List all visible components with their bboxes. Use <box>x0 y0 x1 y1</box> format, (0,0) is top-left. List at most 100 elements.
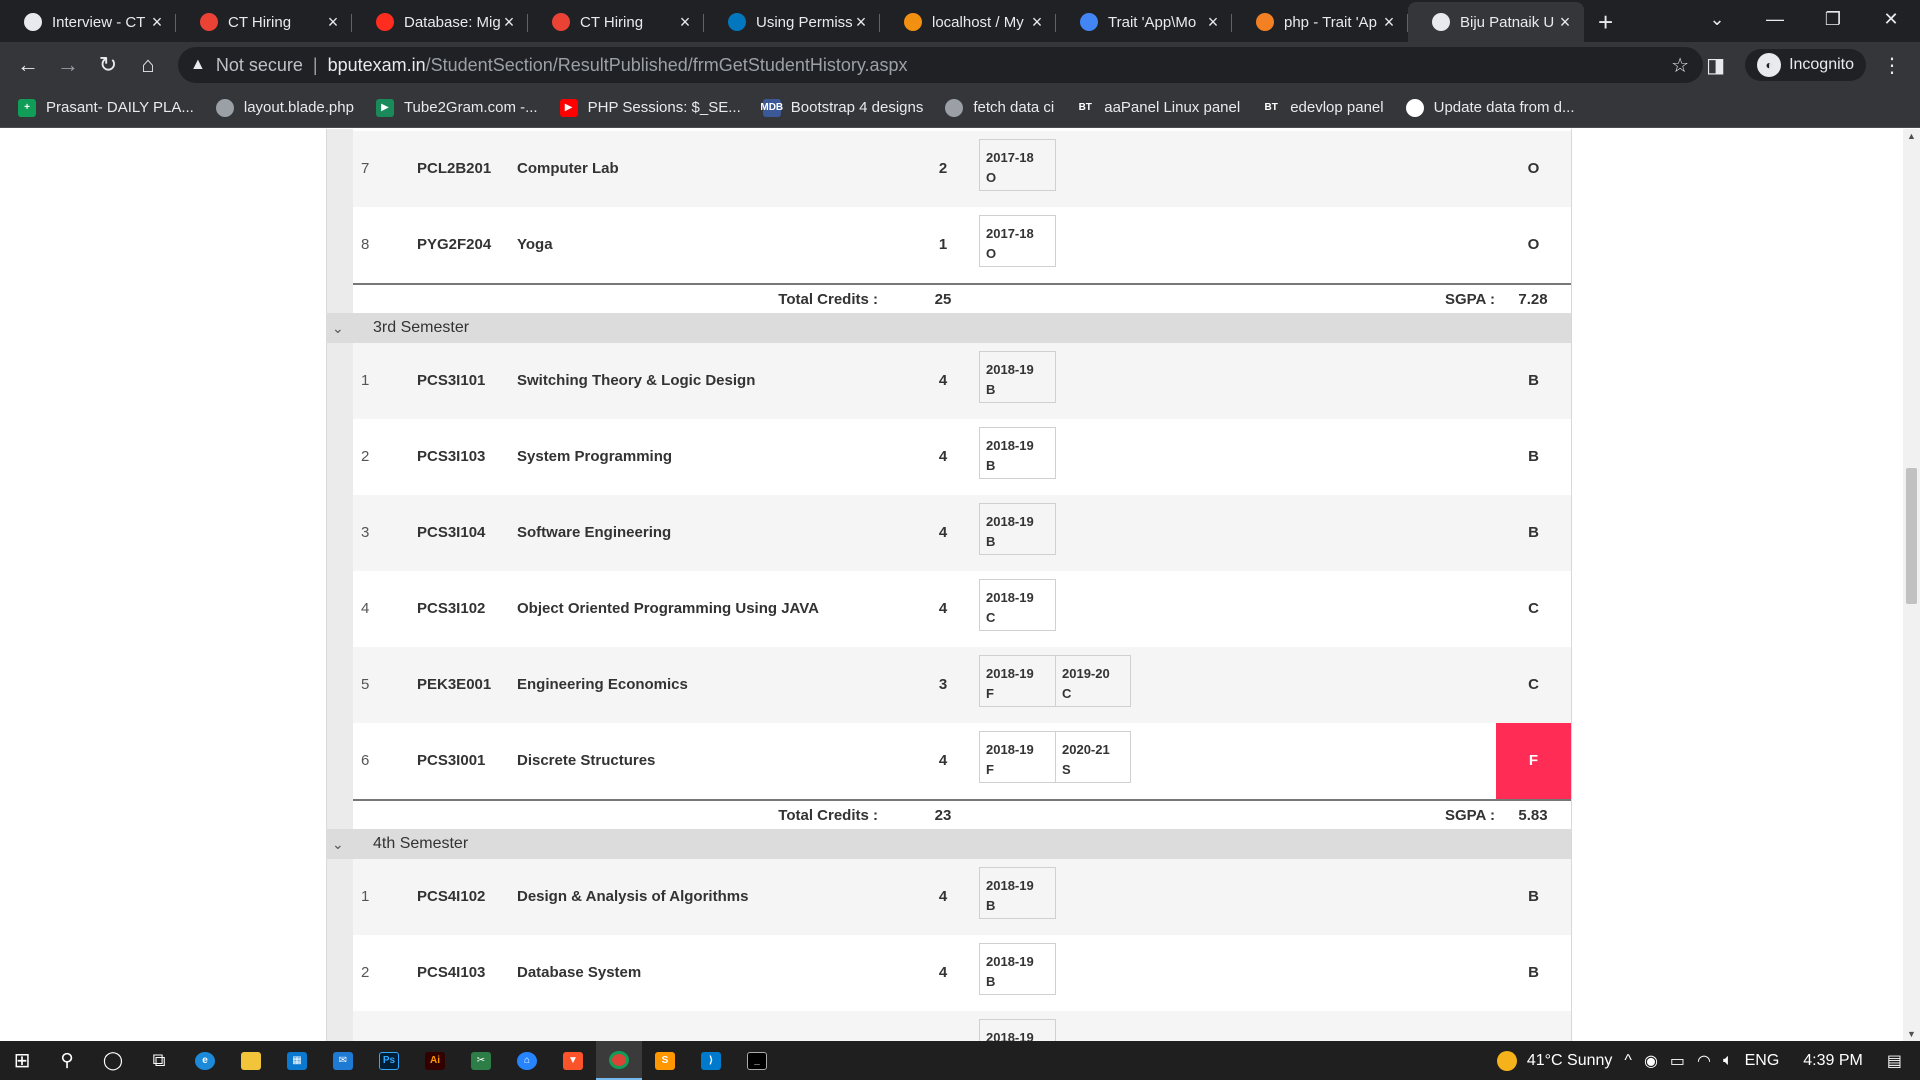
exam-sessions: 2018-19 B <box>979 867 1056 919</box>
scrollbar-thumb[interactable] <box>1906 468 1917 604</box>
sourcetree-icon[interactable]: ⌂ <box>504 1041 550 1080</box>
side-panel-icon[interactable]: ◨ <box>1706 53 1725 78</box>
weather-text[interactable]: 41°C Sunny <box>1527 1052 1613 1070</box>
minimize-button[interactable]: — <box>1746 9 1804 30</box>
globe-icon <box>24 13 42 31</box>
sublime-text-icon[interactable]: S <box>642 1041 688 1080</box>
start-button[interactable]: ⊞ <box>0 1041 44 1080</box>
subject-code: PCS3I102 <box>417 600 486 617</box>
sgpa-value: 7.28 <box>1518 291 1548 308</box>
cortana-icon[interactable]: ◯ <box>90 1041 136 1080</box>
bookmark-favicon-icon <box>945 98 964 117</box>
bookmark-item[interactable]: Update data from d... <box>1405 98 1575 117</box>
battery-icon[interactable]: ▭ <box>1670 1051 1685 1071</box>
bookmark-item[interactable]: fetch data ci <box>945 98 1054 117</box>
final-grade <box>1496 1011 1571 1041</box>
bookmark-item[interactable]: ▶ Tube2Gram.com -... <box>375 98 538 117</box>
session-grade: B <box>986 382 996 397</box>
row-serial: 4 <box>361 600 370 617</box>
reload-button[interactable]: ↻ <box>88 52 128 78</box>
scroll-up-icon[interactable]: ▲ <box>1903 131 1920 141</box>
exam-sessions: 2018-19 F 2019-20 C <box>979 655 1131 707</box>
close-tab-icon[interactable]: × <box>676 12 694 33</box>
session-year: 2017-18 <box>986 150 1034 165</box>
browser-tab[interactable]: Biju Patnaik U × <box>1408 2 1584 42</box>
terminal-icon[interactable]: _ <box>734 1041 780 1080</box>
close-tab-icon[interactable]: × <box>324 12 342 33</box>
close-tab-icon[interactable]: × <box>500 12 518 33</box>
bookmark-item[interactable]: BT aaPanel Linux panel <box>1076 98 1240 117</box>
semester-totals: Total Credits : 23 SGPA : 5.83 <box>353 799 1571 829</box>
browser-tab[interactable]: CT Hiring × <box>176 2 352 42</box>
close-window-button[interactable]: ✕ <box>1862 9 1920 30</box>
warning-icon[interactable]: ▲ <box>190 56 206 74</box>
weather-sun-icon[interactable] <box>1496 1050 1517 1071</box>
exam-sessions: 2017-18 O <box>979 215 1056 267</box>
task-view-icon[interactable]: ⧉ <box>136 1041 182 1080</box>
semester-header[interactable]: ⌄ 3rd Semester <box>326 313 1571 343</box>
security-label[interactable]: Not secure <box>216 55 303 76</box>
mail-icon[interactable]: ✉ <box>320 1041 366 1080</box>
illustrator-icon[interactable]: Ai <box>412 1041 458 1080</box>
bookmark-item[interactable]: layout.blade.php <box>215 98 354 117</box>
search-icon[interactable]: ⚲ <box>44 1041 90 1080</box>
browser-tab[interactable]: Interview - CT × <box>0 2 176 42</box>
browser-tab[interactable]: localhost / My × <box>880 2 1056 42</box>
tab-search-icon[interactable]: ⌄ <box>1688 9 1746 30</box>
vscode-icon[interactable]: ⟩ <box>688 1041 734 1080</box>
browser-tab[interactable]: php - Trait 'Ap × <box>1232 2 1408 42</box>
volume-icon[interactable]: 🔈︎ <box>1723 1052 1733 1070</box>
bookmark-item[interactable]: + Prasant- DAILY PLA... <box>18 98 194 117</box>
notifications-icon[interactable]: ▤ <box>1887 1051 1902 1071</box>
close-tab-icon[interactable]: × <box>1204 12 1222 33</box>
forward-button[interactable]: → <box>48 52 88 78</box>
address-bar[interactable]: ▲ Not secure | bputexam.in /StudentSecti… <box>178 47 1703 83</box>
chevron-down-icon[interactable]: ⌄ <box>332 829 344 859</box>
new-tab-button[interactable]: + <box>1598 2 1613 42</box>
bookmark-star-icon[interactable]: ☆ <box>1671 53 1689 78</box>
bookmark-item[interactable]: BT edevlop panel <box>1262 98 1384 117</box>
back-button[interactable]: ← <box>8 52 48 78</box>
browser-tab[interactable]: Database: Mig × <box>352 2 528 42</box>
edge-icon[interactable]: e <box>182 1041 228 1080</box>
snipping-tool-icon[interactable]: ✂ <box>458 1041 504 1080</box>
tray-chevron-icon[interactable]: ^ <box>1624 1052 1632 1070</box>
restore-button[interactable]: ❐ <box>1804 9 1862 30</box>
clock[interactable]: 4:39 PM <box>1803 1052 1863 1070</box>
exam-sessions: 2018-19 B <box>979 503 1056 555</box>
close-tab-icon[interactable]: × <box>1028 12 1046 33</box>
network-icon[interactable]: ◉ <box>1644 1051 1658 1071</box>
url-host[interactable]: bputexam.in <box>328 55 426 76</box>
file-explorer-icon[interactable] <box>228 1041 274 1080</box>
s-icon <box>728 13 746 31</box>
brave-icon[interactable]: ▼ <box>550 1041 596 1080</box>
close-tab-icon[interactable]: × <box>1380 12 1398 33</box>
page-scrollbar[interactable]: ▲ ▼ <box>1903 129 1920 1041</box>
total-credits-value: 23 <box>934 807 952 824</box>
scroll-down-icon[interactable]: ▼ <box>1903 1029 1920 1039</box>
close-tab-icon[interactable]: × <box>1556 12 1574 33</box>
semester-header[interactable]: ⌄ 4th Semester <box>326 829 1571 859</box>
final-grade: O <box>1527 236 1540 253</box>
subject-credit: 4 <box>938 372 948 389</box>
browser-tab[interactable]: Using Permiss × <box>704 2 880 42</box>
chevron-down-icon[interactable]: ⌄ <box>332 313 344 343</box>
browser-tab[interactable]: CT Hiring × <box>528 2 704 42</box>
url-path[interactable]: /StudentSection/ResultPublished/frmGetSt… <box>426 55 908 76</box>
menu-icon[interactable]: ⋮ <box>1882 53 1902 78</box>
wifi-icon[interactable]: ◠ <box>1697 1051 1711 1071</box>
session-grade: B <box>986 458 996 473</box>
table-row: 3 PCS3I104 Software Engineering 4 2018-19 B B <box>353 495 1571 571</box>
bookmark-item[interactable]: ▶ PHP Sessions: $_SE... <box>559 98 741 117</box>
browser-tab[interactable]: Trait 'App\Mo × <box>1056 2 1232 42</box>
bookmark-item[interactable]: MDB Bootstrap 4 designs <box>760 98 923 117</box>
photoshop-icon[interactable]: Ps <box>366 1041 412 1080</box>
close-tab-icon[interactable]: × <box>148 12 166 33</box>
subject-code: PCS3I001 <box>417 752 486 769</box>
home-button[interactable]: ⌂ <box>128 52 168 78</box>
store-icon[interactable]: ▦ <box>274 1041 320 1080</box>
profile-button[interactable]: ◐ Incognito <box>1745 49 1866 81</box>
language-indicator[interactable]: ENG <box>1745 1052 1780 1070</box>
chrome-icon[interactable] <box>596 1041 642 1080</box>
close-tab-icon[interactable]: × <box>852 12 870 33</box>
